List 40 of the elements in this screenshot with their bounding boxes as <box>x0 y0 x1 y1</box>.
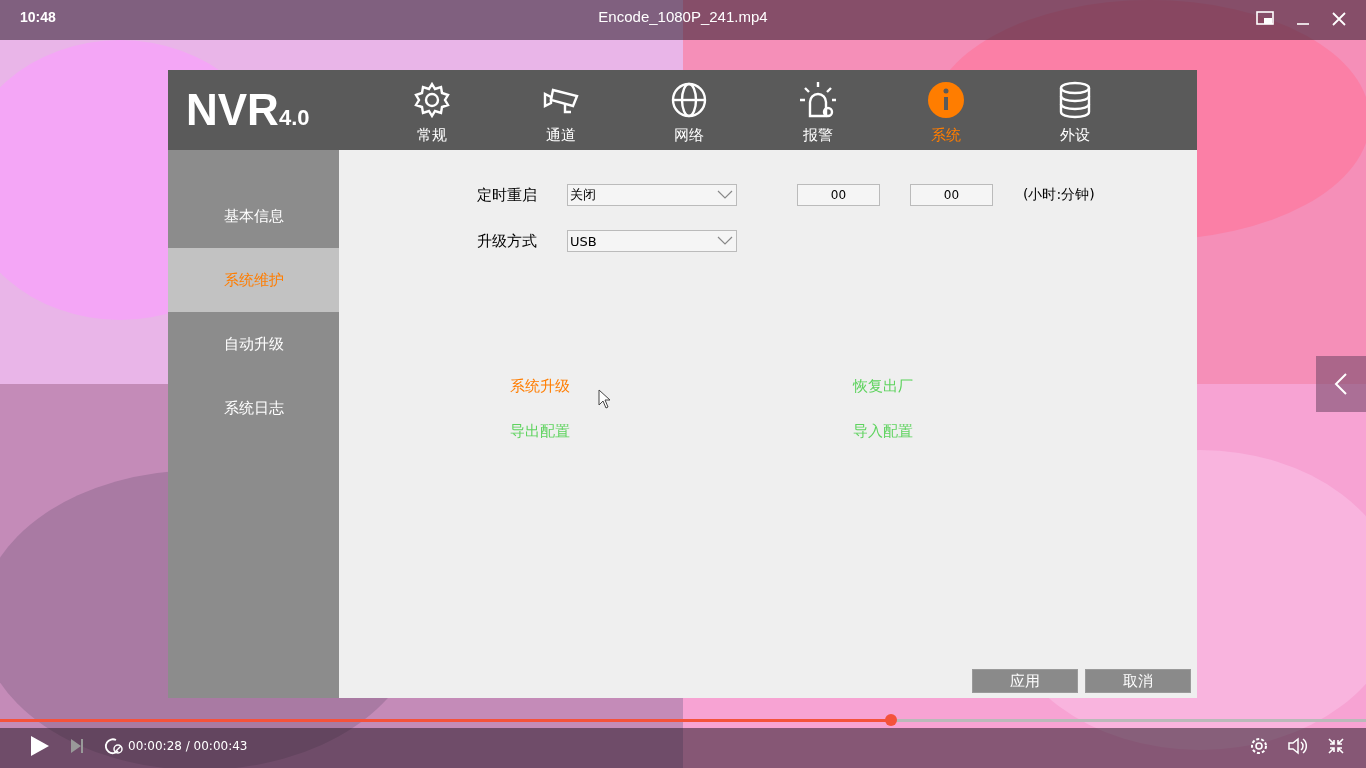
caret-icon <box>717 190 733 200</box>
info-icon <box>926 79 967 120</box>
caret-icon <box>717 236 733 246</box>
menu-tab[interactable]: 通道 <box>496 75 625 145</box>
chevron-left-icon <box>1334 373 1348 395</box>
side-panel-toggle[interactable] <box>1316 356 1366 412</box>
alarm-icon <box>797 79 838 120</box>
menu-tab[interactable]: 外设 <box>1010 75 1139 145</box>
menu-tab[interactable]: 网络 <box>625 75 754 145</box>
menu-tab[interactable]: 系统 <box>882 75 1011 145</box>
volume-icon[interactable] <box>1288 737 1308 755</box>
video-title: Encode_1080P_241.mp4 <box>598 8 768 25</box>
minute-field[interactable]: 00 <box>910 184 993 206</box>
dialog-button[interactable]: 应用 <box>972 669 1078 693</box>
nvr-logo: NVR4.0 <box>185 85 311 135</box>
sidebar-item[interactable]: 基本信息 <box>168 184 339 248</box>
action-link[interactable]: 系统升级 <box>510 377 570 396</box>
field-label: 定时重启 <box>477 185 538 205</box>
upgrade-dropdown[interactable]: USB <box>567 230 737 252</box>
sidebar-item[interactable]: 系统日志 <box>168 376 339 440</box>
next-icon[interactable] <box>70 738 84 754</box>
hour-field[interactable]: 00 <box>797 184 880 206</box>
sidebar-item[interactable]: 自动升级 <box>168 312 339 376</box>
clock: 10:48 <box>20 9 56 25</box>
reboot-dropdown[interactable]: 关闭 <box>567 184 737 206</box>
settings-icon[interactable] <box>1250 737 1268 755</box>
unit-label: (小时:分钟) <box>1023 186 1096 204</box>
menu-tab[interactable]: 常规 <box>368 75 497 145</box>
field-label: 升级方式 <box>477 231 538 251</box>
progress-track[interactable] <box>0 714 1366 727</box>
dialog-button[interactable]: 取消 <box>1085 669 1191 693</box>
play-icon[interactable] <box>30 735 50 757</box>
mouse-cursor-icon <box>598 389 612 409</box>
gear-icon <box>412 79 453 120</box>
exit-fullscreen-icon[interactable] <box>1328 738 1344 754</box>
close-icon[interactable] <box>1332 12 1346 26</box>
menu-tab[interactable]: 报警 <box>753 75 882 145</box>
picture-in-picture-icon[interactable] <box>1256 11 1274 27</box>
playback-time: 00:00:28 / 00:00:43 <box>128 739 248 753</box>
loop-off-icon[interactable] <box>104 737 124 755</box>
